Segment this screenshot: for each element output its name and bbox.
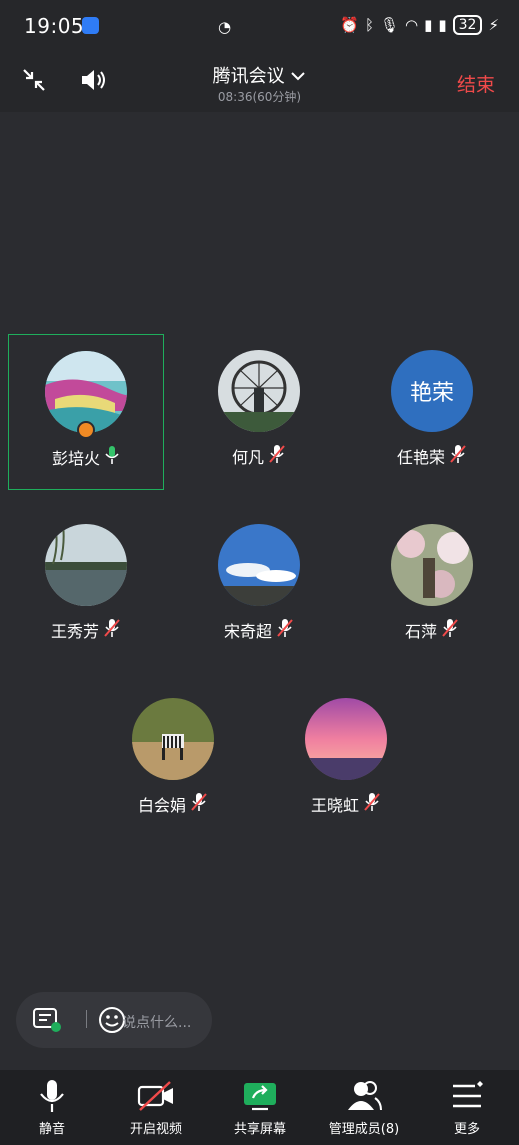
status-time: 19:05 <box>24 14 85 38</box>
chevron-down-icon <box>290 66 306 87</box>
participant-name: 石萍 <box>404 622 437 641</box>
participant-tile[interactable]: 彭培火 <box>8 334 164 490</box>
participant-name: 白会娟 <box>137 796 186 815</box>
meeting-title[interactable]: 腾讯会议 <box>0 62 519 88</box>
avatar <box>218 350 300 432</box>
menu-icon <box>415 1078 519 1114</box>
battery-icon: 32 <box>452 15 483 35</box>
mic-status-icon: 🎙 <box>379 16 399 34</box>
avatar <box>305 698 387 780</box>
mic-off-icon <box>190 792 208 816</box>
bluetooth-icon: ᛒ <box>364 16 374 34</box>
meeting-duration: 08:36(60分钟) <box>217 90 302 104</box>
mic-off-icon <box>441 618 459 642</box>
chat-input-bar[interactable]: 说点什么... <box>16 992 212 1048</box>
status-icons: ⏰ ᛒ 🎙 ◠ ▮ ▮ 32 ⚡ <box>340 14 499 36</box>
mic-off-icon <box>268 444 286 468</box>
status-bar: 19:05 ◔ ⏰ ᛒ 🎙 ◠ ▮ ▮ 32 ⚡ <box>0 0 519 50</box>
hd-icon: ◔ <box>218 18 232 36</box>
video-off-icon <box>104 1078 208 1114</box>
participant-name: 何凡 <box>231 448 264 467</box>
app-notification-icon <box>82 17 99 34</box>
mic-off-icon <box>449 444 467 468</box>
participant-tile[interactable]: 白会娟 <box>95 682 251 838</box>
charging-icon: ⚡ <box>488 16 499 34</box>
participant-tile[interactable]: 王晓虹 <box>268 682 424 838</box>
mic-off-icon <box>276 618 294 642</box>
participant-tile[interactable]: 石萍 <box>354 508 510 664</box>
mic-off-icon <box>363 792 381 816</box>
end-meeting-button[interactable]: 结束 <box>457 70 495 97</box>
host-badge-icon <box>77 421 95 439</box>
participant-name: 任艳荣 <box>396 448 445 467</box>
participant-tile[interactable]: 宋奇超 <box>181 508 337 664</box>
wifi-icon: ◠ <box>405 16 419 34</box>
manage-members-button[interactable]: 管理成员(8) <box>312 1078 416 1137</box>
participant-tile[interactable]: 艳荣 任艳荣 <box>354 334 510 490</box>
members-icon <box>312 1078 416 1114</box>
start-video-button[interactable]: 开启视频 <box>104 1078 208 1137</box>
alarm-icon: ⏰ <box>340 16 359 34</box>
participant-name: 宋奇超 <box>223 622 272 641</box>
microphone-icon <box>0 1078 104 1114</box>
avatar: 艳荣 <box>391 350 473 432</box>
chat-toggle-icon[interactable] <box>32 1006 62 1038</box>
participant-grid: 彭培火 何凡 艳荣 任艳荣 王秀芳 宋奇超 石萍 白会娟 王晓虹 <box>0 112 519 1070</box>
participant-tile[interactable]: 王秀芳 <box>8 508 164 664</box>
avatar <box>218 524 300 606</box>
chat-placeholder: 说点什么... <box>122 1015 192 1031</box>
more-button[interactable]: 更多 <box>415 1078 519 1137</box>
signal-icon: ▮ <box>438 16 447 34</box>
mic-on-icon <box>104 445 120 469</box>
mute-button[interactable]: 静音 <box>0 1078 104 1137</box>
meeting-header: 腾讯会议 08:36(60分钟) 结束 <box>0 50 519 112</box>
participant-name: 王秀芳 <box>50 622 99 641</box>
bottom-toolbar: 静音 开启视频 共享屏幕 管理成员(8) 更多 <box>0 1070 519 1145</box>
signal-icon: ▮ <box>424 16 433 34</box>
share-screen-button[interactable]: 共享屏幕 <box>208 1078 312 1137</box>
participant-name: 王晓虹 <box>310 796 359 815</box>
avatar <box>391 524 473 606</box>
share-screen-icon <box>208 1078 312 1114</box>
avatar <box>45 524 127 606</box>
mic-off-icon <box>103 618 121 642</box>
divider <box>86 1010 87 1028</box>
avatar <box>132 698 214 780</box>
participant-tile[interactable]: 何凡 <box>181 334 337 490</box>
participant-name: 彭培火 <box>51 449 100 468</box>
